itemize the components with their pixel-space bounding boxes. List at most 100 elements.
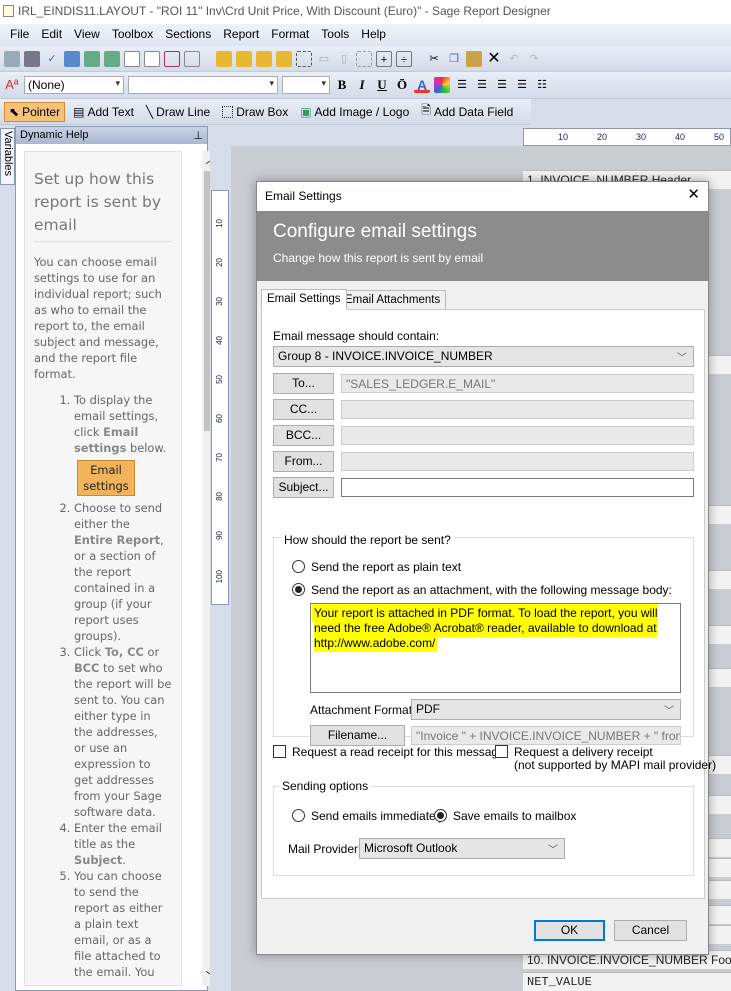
send-backward-icon[interactable] bbox=[276, 50, 292, 67]
menu-toolbox[interactable]: Toolbox bbox=[106, 27, 159, 46]
radio-icon[interactable] bbox=[292, 583, 305, 596]
radio-icon[interactable] bbox=[434, 809, 447, 822]
center-v-icon[interactable]: ÷ bbox=[396, 50, 412, 67]
cut-icon[interactable]: ✂ bbox=[426, 51, 442, 67]
bcc-field[interactable] bbox=[341, 426, 694, 445]
plain-text-radio[interactable]: Send the report as plain text bbox=[292, 560, 461, 574]
italic-button[interactable]: I bbox=[354, 77, 370, 93]
bold-button[interactable]: B bbox=[334, 77, 350, 93]
redo-icon[interactable]: ↷ bbox=[526, 51, 542, 67]
menu-sections[interactable]: Sections bbox=[159, 27, 217, 46]
align-right-icon[interactable]: ☰ bbox=[494, 77, 510, 93]
undo-icon[interactable]: ↶ bbox=[506, 51, 522, 67]
add-data-field-label: Add Data Field bbox=[433, 104, 514, 119]
radio-icon[interactable] bbox=[292, 560, 305, 573]
spacing-icon[interactable]: ▯ bbox=[336, 51, 352, 67]
cc-button[interactable]: CC... bbox=[273, 399, 334, 420]
align-left-icon[interactable]: ☰ bbox=[454, 77, 470, 93]
variables-tab[interactable]: Variables bbox=[0, 128, 15, 185]
bring-forward-icon[interactable] bbox=[256, 50, 272, 67]
delete-icon[interactable]: ✕ bbox=[486, 50, 502, 67]
font-size-select[interactable] bbox=[282, 76, 330, 94]
checkbox-icon[interactable] bbox=[495, 745, 508, 758]
field-icon[interactable] bbox=[184, 50, 200, 67]
spellcheck-icon[interactable]: ✓ bbox=[44, 51, 60, 67]
cc-field[interactable] bbox=[341, 400, 694, 419]
back-color-icon[interactable] bbox=[434, 77, 450, 93]
delivery-receipt-checkbox[interactable]: Request a delivery receipt (not supported… bbox=[495, 745, 716, 772]
dialog-subheading: Change how this report is sent by email bbox=[273, 251, 484, 265]
from-field[interactable] bbox=[341, 452, 694, 471]
to-button[interactable]: To... bbox=[273, 373, 334, 394]
contain-select[interactable]: Group 8 - INVOICE.INVOICE_NUMBER bbox=[273, 346, 694, 367]
add-data-field-tool[interactable]: 🗎 Add Data Field bbox=[417, 99, 517, 124]
print-icon[interactable] bbox=[24, 50, 40, 67]
menu-edit[interactable]: Edit bbox=[35, 27, 68, 46]
draw-line-tool[interactable]: ╲ Draw Line bbox=[142, 103, 214, 121]
justify-icon[interactable]: ☰ bbox=[514, 77, 530, 93]
to-field[interactable]: "SALES_LEDGER.E_MAIL" bbox=[341, 374, 694, 393]
send-method-group: How should the report be sent? Send the … bbox=[273, 533, 694, 746]
save-icon[interactable] bbox=[4, 50, 20, 67]
ok-button[interactable]: OK bbox=[534, 920, 605, 941]
menu-report[interactable]: Report bbox=[217, 27, 265, 46]
preview-icon[interactable] bbox=[64, 50, 80, 67]
attachment-format-select[interactable]: PDF bbox=[411, 699, 681, 720]
subject-button[interactable]: Subject... bbox=[273, 477, 334, 498]
from-button[interactable]: From... bbox=[273, 451, 334, 472]
copy-icon[interactable]: ❐ bbox=[446, 51, 462, 67]
style-select[interactable]: (None) bbox=[24, 76, 124, 94]
align-icon[interactable] bbox=[296, 50, 312, 67]
font-color-button[interactable]: A bbox=[414, 77, 430, 93]
cancel-button[interactable]: Cancel bbox=[614, 920, 687, 941]
group-icon[interactable] bbox=[356, 50, 372, 67]
list-icon[interactable]: ☷ bbox=[534, 77, 550, 93]
pin-icon[interactable]: ⊥ bbox=[193, 129, 203, 142]
font-select[interactable] bbox=[128, 76, 278, 94]
export-excel-icon[interactable] bbox=[104, 50, 120, 67]
horizontal-ruler: 10 20 30 40 50 bbox=[523, 128, 731, 146]
attachment-radio[interactable]: Send the report as an attachment, with t… bbox=[292, 583, 672, 597]
menu-help[interactable]: Help bbox=[355, 27, 392, 46]
save-mailbox-radio[interactable]: Save emails to mailbox bbox=[434, 809, 576, 823]
menu-tools[interactable]: Tools bbox=[315, 27, 355, 46]
properties-icon[interactable] bbox=[144, 50, 160, 67]
radio-icon[interactable] bbox=[292, 809, 305, 822]
add-text-tool[interactable]: ▤ Add Text bbox=[69, 103, 138, 121]
page-icon[interactable] bbox=[164, 50, 180, 67]
menu-view[interactable]: View bbox=[68, 27, 106, 46]
export-icon[interactable] bbox=[84, 50, 100, 67]
report-section[interactable]: NET_VALUE bbox=[523, 972, 731, 991]
tab-email-attachments[interactable]: Email Attachments bbox=[339, 290, 447, 310]
window-title-text: IRL_EINDIS11.LAYOUT - "ROI 11" Inv\Crd U… bbox=[18, 4, 551, 18]
edit-icon[interactable] bbox=[124, 50, 140, 67]
menu-format[interactable]: Format bbox=[265, 27, 315, 46]
checkbox-icon[interactable] bbox=[273, 745, 286, 758]
overline-button[interactable]: Ō bbox=[394, 77, 410, 93]
draw-box-tool[interactable]: Draw Box bbox=[218, 103, 292, 121]
ruler-tick-label: 60 bbox=[215, 414, 224, 423]
menu-file[interactable]: File bbox=[4, 27, 35, 46]
mail-provider-select[interactable]: Microsoft Outlook bbox=[359, 838, 565, 859]
bcc-button[interactable]: BCC... bbox=[273, 425, 334, 446]
tab-email-settings[interactable]: Email Settings bbox=[261, 289, 347, 310]
pointer-tool[interactable]: ⬉ Pointer bbox=[4, 101, 66, 122]
send-back-icon[interactable] bbox=[236, 50, 252, 67]
message-body-textarea[interactable]: Your report is attached in PDF format. T… bbox=[310, 603, 681, 693]
send-immediately-radio[interactable]: Send emails immediately bbox=[292, 809, 444, 823]
subject-field[interactable] bbox=[341, 478, 694, 497]
bring-front-icon[interactable] bbox=[216, 50, 232, 67]
email-settings-button[interactable]: Email settings bbox=[77, 460, 135, 496]
filename-field[interactable]: "Invoice " + INVOICE.INVOICE_NUMBER + " … bbox=[411, 726, 681, 745]
read-receipt-checkbox[interactable]: Request a read receipt for this message bbox=[273, 745, 505, 759]
add-image-tool[interactable]: ▣ Add Image / Logo bbox=[296, 103, 413, 121]
filename-button[interactable]: Filename... bbox=[310, 725, 405, 746]
align-center-icon[interactable]: ☰ bbox=[474, 77, 490, 93]
dialog-titlebar: Email Settings ✕ bbox=[257, 182, 708, 211]
paste-icon[interactable] bbox=[466, 50, 482, 67]
close-icon[interactable]: ✕ bbox=[687, 187, 700, 204]
size-icon[interactable]: ▭ bbox=[316, 51, 332, 67]
center-h-icon[interactable]: + bbox=[376, 50, 392, 67]
underline-button[interactable]: U bbox=[374, 77, 390, 93]
pointer-icon: ⬉ bbox=[9, 104, 20, 119]
